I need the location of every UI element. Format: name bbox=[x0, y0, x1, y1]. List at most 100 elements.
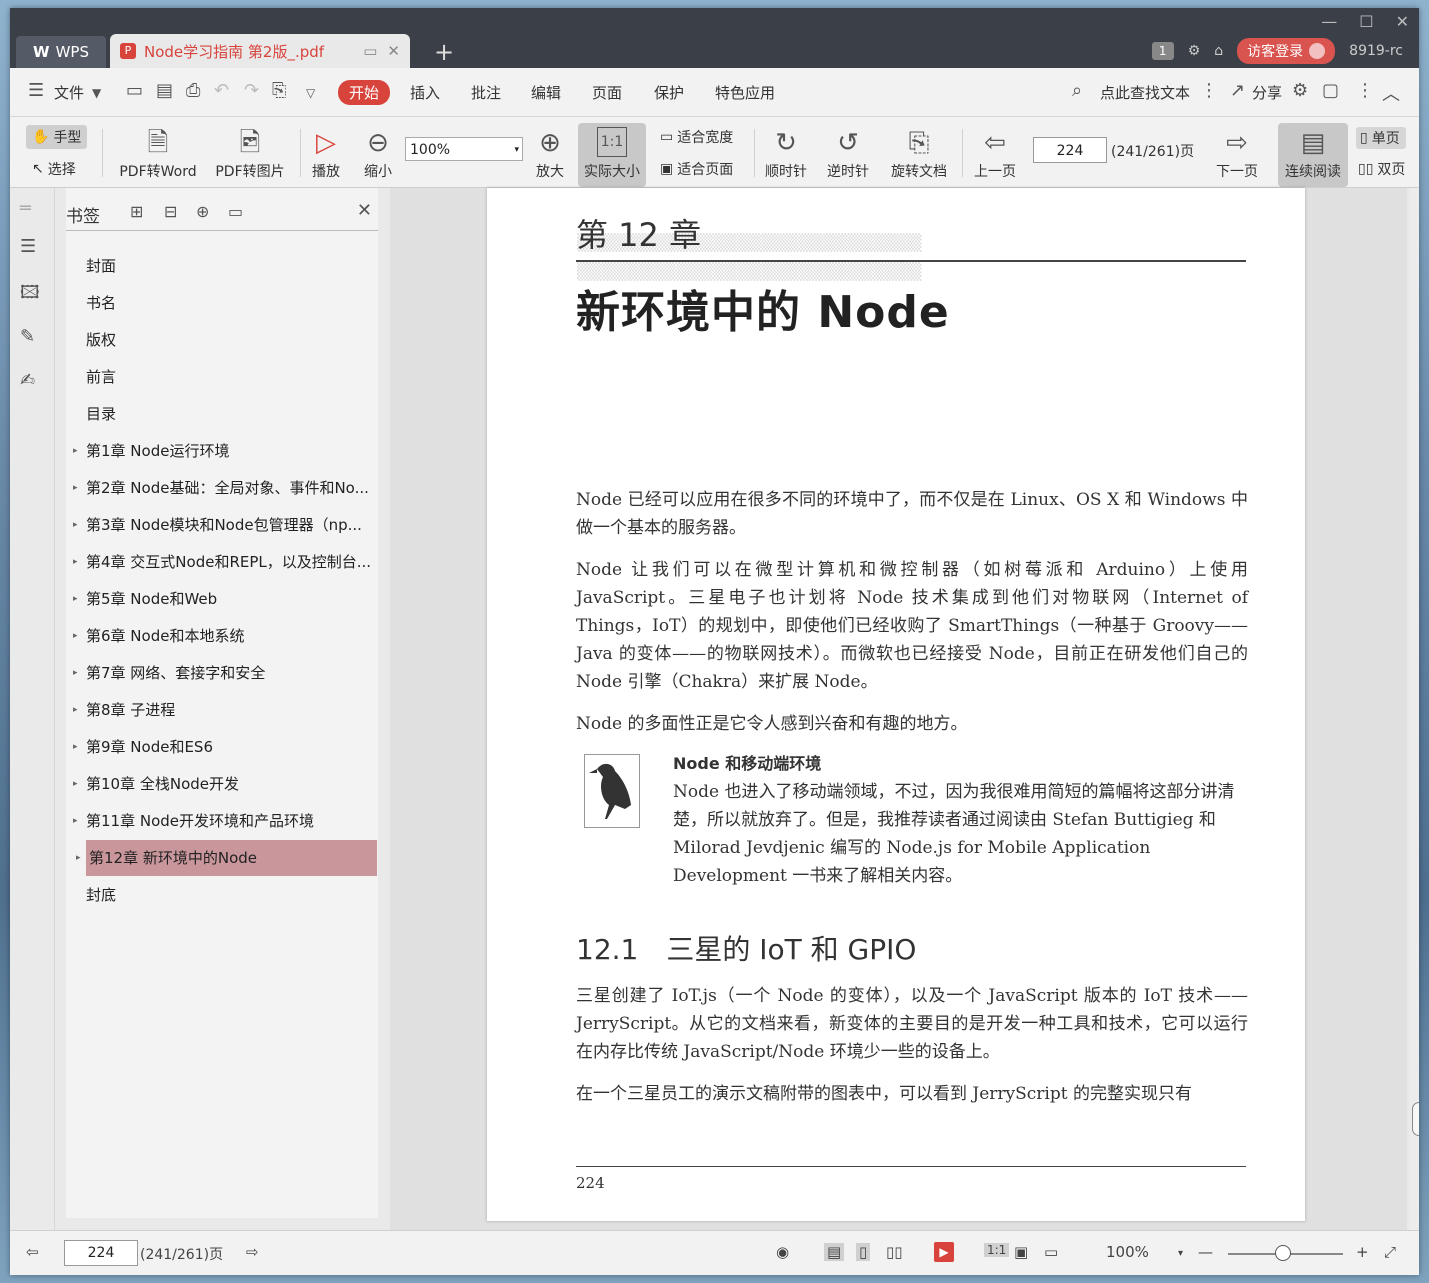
monitor-icon[interactable]: ▭ bbox=[363, 42, 377, 60]
kebab-icon[interactable]: ⋮ bbox=[1200, 80, 1218, 101]
status-page-input[interactable]: 224 bbox=[64, 1240, 138, 1266]
tab-page[interactable]: 页面 bbox=[592, 82, 622, 103]
double-page-button[interactable]: ▯▯ 双页 bbox=[1358, 159, 1406, 179]
prev-page-icon[interactable]: ⇦ bbox=[26, 1243, 39, 1261]
bookmark-panel-icon[interactable]: ☰ bbox=[20, 236, 36, 257]
bookmark-item[interactable]: 第2章 Node基础：全局对象、事件和No... bbox=[73, 470, 376, 506]
slideshow-icon[interactable]: ▶ bbox=[934, 1242, 954, 1262]
actual-size-status-icon[interactable]: 1:1 bbox=[984, 1243, 1010, 1257]
bookmark-item[interactable]: 书名 bbox=[86, 285, 376, 321]
bookmark-item[interactable]: 封面 bbox=[86, 248, 376, 284]
rotate-document-button[interactable]: ⎘ 旋转文档 bbox=[886, 117, 952, 187]
continuous-mode-icon[interactable]: ▤ bbox=[824, 1243, 845, 1261]
bookmark-item[interactable]: 第1章 Node运行环境 bbox=[73, 433, 376, 469]
open-folder-icon[interactable]: ▭ bbox=[126, 80, 143, 101]
zoom-dropdown-icon[interactable]: ▾ bbox=[1178, 1248, 1183, 1259]
pdf-to-image-button[interactable]: 🖻 PDF转图片 bbox=[210, 117, 290, 187]
bookmark-item[interactable]: 第6章 Node和本地系统 bbox=[73, 618, 376, 654]
fullscreen-icon[interactable]: ⤢ bbox=[1384, 1243, 1396, 1261]
double-mode-icon[interactable]: ▯▯ bbox=[886, 1243, 903, 1261]
tab-protect[interactable]: 保护 bbox=[654, 82, 684, 103]
zoom-minus-icon[interactable]: — bbox=[1198, 1243, 1213, 1261]
thumbnail-icon[interactable]: 🖾 bbox=[20, 280, 40, 310]
bookmark-item[interactable]: 第10章 全栈Node开发 bbox=[73, 766, 376, 802]
select-tool-button[interactable]: ↖ 选择 bbox=[32, 159, 76, 179]
fit-width-status-icon[interactable]: ▭ bbox=[1044, 1243, 1058, 1261]
prev-page-button[interactable]: ⇦ 上一页 bbox=[970, 117, 1020, 187]
zoom-select[interactable]: 100% ▾ bbox=[405, 137, 523, 161]
bookmark-item[interactable]: 前言 bbox=[86, 359, 376, 395]
fit-page-status-icon[interactable]: ▣ bbox=[1014, 1243, 1028, 1261]
bookmark-item[interactable]: 目录 bbox=[86, 396, 376, 432]
scrollbar-thumb[interactable] bbox=[1412, 1102, 1419, 1136]
skin-icon[interactable]: ⚙ bbox=[1188, 43, 1201, 59]
window-count-badge[interactable]: 1 bbox=[1151, 42, 1174, 60]
wps-home-tab[interactable]: W WPS bbox=[16, 36, 106, 68]
redo-icon[interactable]: ↷ bbox=[244, 80, 259, 101]
tab-annotate[interactable]: 批注 bbox=[471, 82, 501, 103]
fit-page-button[interactable]: ▣ 适合页面 bbox=[660, 159, 733, 179]
play-button[interactable]: ▷ 播放 bbox=[306, 117, 346, 187]
bookmark-item[interactable]: 第4章 交互式Node和REPL，以及控制台... bbox=[73, 544, 376, 580]
document-viewport[interactable]: ▒▒▒▒▒▒▒▒▒▒▒▒▒▒▒▒▒▒▒▒▒▒▒▒▒▒▒▒ ▒▒▒▒▒▒▒▒▒▒▒▒… bbox=[390, 188, 1407, 1230]
save-icon[interactable]: ▤ bbox=[156, 80, 173, 101]
bookmark-item[interactable]: 第5章 Node和Web bbox=[73, 581, 376, 617]
collapse-all-icon[interactable]: ⊟ bbox=[164, 202, 177, 221]
bookmark-options-icon[interactable]: ▭ bbox=[228, 202, 243, 221]
single-page-button[interactable]: ▯ 单页 bbox=[1356, 127, 1406, 149]
bookmark-item[interactable]: 封底 bbox=[86, 877, 376, 913]
single-mode-icon[interactable]: ▯ bbox=[856, 1243, 871, 1261]
close-window-icon[interactable]: ✕ bbox=[1396, 12, 1409, 31]
minimize-icon[interactable]: — bbox=[1321, 12, 1337, 31]
close-panel-icon[interactable]: ✕ bbox=[357, 200, 372, 221]
tab-insert[interactable]: 插入 bbox=[410, 82, 440, 103]
expand-all-icon[interactable]: ⊞ bbox=[130, 202, 143, 221]
zoom-plus-icon[interactable]: + bbox=[1356, 1243, 1369, 1261]
fit-width-button[interactable]: ▭ 适合宽度 bbox=[660, 127, 733, 147]
close-tab-icon[interactable]: ✕ bbox=[387, 42, 400, 60]
bookmark-item[interactable]: 第8章 子进程 bbox=[73, 692, 376, 728]
print-icon[interactable]: ⎙ bbox=[186, 80, 200, 101]
login-button[interactable]: 访客登录 bbox=[1237, 38, 1336, 64]
shirt-icon[interactable]: ⌂ bbox=[1214, 43, 1223, 59]
signature-icon[interactable]: ✍ bbox=[20, 370, 35, 391]
next-page-button[interactable]: ⇨ 下一页 bbox=[1212, 117, 1262, 187]
page-number-input[interactable]: 224 bbox=[1033, 137, 1107, 163]
eye-protect-icon[interactable]: ◉ bbox=[776, 1243, 789, 1261]
continuous-reading-button[interactable]: ▤ 连续阅读 bbox=[1278, 123, 1348, 187]
document-tab[interactable]: P Node学习指南 第2版_.pdf ▭ ✕ bbox=[110, 34, 410, 68]
bookmark-item[interactable]: 第11章 Node开发环境和产品环境 bbox=[73, 803, 376, 839]
bookmark-item-selected[interactable]: 第12章 新环境中的Node bbox=[76, 840, 377, 876]
share-button[interactable]: 分享 bbox=[1252, 82, 1282, 103]
rotate-clockwise-button[interactable]: ↻ 顺时针 bbox=[762, 117, 810, 187]
hand-tool-button[interactable]: ✋ 手型 bbox=[26, 125, 88, 149]
share-icon[interactable]: ↗ bbox=[1230, 80, 1245, 101]
zoom-in-button[interactable]: ⊕ 放大 bbox=[530, 117, 570, 187]
next-page-icon[interactable]: ⇨ bbox=[246, 1243, 259, 1261]
bookmark-item[interactable]: 第3章 Node模块和Node包管理器（np... bbox=[73, 507, 376, 543]
file-menu[interactable]: 文件 bbox=[54, 82, 84, 103]
annotation-icon[interactable]: ✎ bbox=[20, 326, 35, 347]
pdf-to-word-button[interactable]: 🗎 PDF转Word bbox=[112, 117, 204, 187]
add-bookmark-icon[interactable]: ⊕ bbox=[196, 202, 209, 221]
chevron-down-icon[interactable]: ▼ bbox=[92, 86, 101, 100]
bookmark-item[interactable]: 版权 bbox=[86, 322, 376, 358]
zoom-slider-knob[interactable] bbox=[1275, 1245, 1291, 1261]
more-chevron-icon[interactable]: ▽ bbox=[306, 86, 315, 100]
new-tab-icon[interactable]: + bbox=[434, 38, 454, 66]
rotate-counter-button[interactable]: ↺ 逆时针 bbox=[824, 117, 872, 187]
maximize-icon[interactable]: ☐ bbox=[1359, 12, 1373, 31]
settings-icon[interactable]: ⚙ bbox=[1292, 80, 1308, 101]
search-icon[interactable]: ⌕ bbox=[1072, 80, 1082, 101]
bookmark-item[interactable]: 第7章 网络、套接字和安全 bbox=[73, 655, 376, 691]
search-text-button[interactable]: 点此查找文本 bbox=[1100, 82, 1190, 103]
collapse-ribbon-icon[interactable]: ︿ bbox=[1382, 80, 1400, 106]
actual-size-button[interactable]: 1:1 实际大小 bbox=[578, 123, 646, 187]
comment-icon[interactable]: ▢ bbox=[1322, 80, 1339, 101]
bookmark-item[interactable]: 第9章 Node和ES6 bbox=[73, 729, 376, 765]
hamburger-icon[interactable]: ☰ bbox=[28, 80, 44, 101]
zoom-out-button[interactable]: ⊖ 缩小 bbox=[358, 117, 398, 187]
more-icon[interactable]: ⋮ bbox=[1356, 80, 1374, 101]
tab-special[interactable]: 特色应用 bbox=[715, 82, 775, 103]
tab-edit[interactable]: 编辑 bbox=[531, 82, 561, 103]
